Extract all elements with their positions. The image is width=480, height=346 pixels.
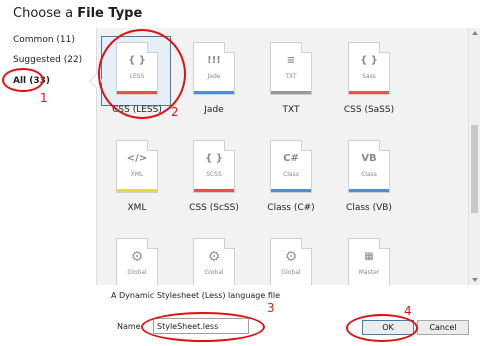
file-type-label: CSS (LESS) [112, 105, 162, 115]
file-type-tile[interactable]: C# Class Class (C#) [255, 134, 325, 213]
scroll-up-icon[interactable] [472, 31, 478, 35]
css-less-file-icon: { } LESS [116, 42, 158, 95]
file-glyph: ⚙ [284, 249, 298, 265]
file-glyph: ≡ [286, 55, 296, 66]
global-file-icon: ⚙ Global [270, 238, 312, 285]
file-type-sublabel: Global [281, 269, 301, 276]
ok-button[interactable]: OK [362, 320, 414, 335]
cancel-button[interactable]: Cancel [417, 320, 469, 335]
annotation-number-2: 2 [171, 105, 179, 119]
file-color-stripe [271, 91, 311, 94]
file-glyph: { } [205, 153, 223, 164]
scroll-thumb[interactable] [471, 125, 478, 213]
jade-file-icon: !!! Jade [193, 42, 235, 95]
file-type-label: Jade [204, 105, 224, 115]
file-glyph: </> [126, 153, 148, 164]
file-type-sublabel: SCSS [206, 171, 222, 178]
file-color-stripe [271, 189, 311, 192]
css-sass-file-icon: { } Sass [348, 42, 390, 95]
file-type-sublabel: XML [130, 171, 144, 178]
css-scss-file-icon: { } SCSS [193, 140, 235, 193]
file-color-stripe [349, 189, 389, 192]
file-color-stripe [194, 91, 234, 94]
file-type-sublabel: Master [358, 269, 380, 276]
file-type-tile[interactable]: ▦ Master [333, 232, 403, 285]
file-type-sublabel: Global [127, 269, 147, 276]
file-type-sublabel: Class [283, 171, 299, 178]
file-color-stripe [117, 189, 157, 192]
grid-scrollbar[interactable] [468, 28, 480, 285]
file-type-label: XML [127, 203, 147, 213]
file-type-grid: { } LESS CSS (LESS)!!! Jade Jade ≡ TXT TXT { } Sa… [97, 28, 468, 285]
file-type-tile[interactable]: ⚙ Global [255, 232, 325, 285]
file-color-stripe [194, 189, 234, 192]
dialog-title: Choose a File Type [13, 6, 143, 21]
file-type-tile[interactable]: ⚙ Global [178, 232, 248, 285]
file-type-sublabel: TXT [285, 73, 297, 80]
file-type-tile[interactable]: ⚙ Global [101, 232, 171, 285]
file-color-stripe [349, 91, 389, 94]
file-type-tile[interactable]: { } LESS CSS (LESS) [101, 36, 171, 115]
file-type-tile[interactable]: !!! Jade Jade [178, 36, 248, 115]
file-glyph: { } [128, 55, 146, 66]
file-glyph: ⚙ [130, 249, 144, 265]
annotation-number-4: 4 [404, 304, 412, 318]
file-type-sublabel: Global [204, 269, 224, 276]
xml-file-icon: </> XML [116, 140, 158, 193]
global-file-icon: ⚙ Global [116, 238, 158, 285]
file-type-label: CSS (ScSS) [189, 203, 239, 213]
file-type-sublabel: LESS [129, 73, 145, 80]
file-type-label: TXT [282, 105, 300, 115]
file-type-tile[interactable]: </> XML XML [101, 134, 171, 213]
annotation-number-1: 1 [40, 91, 48, 105]
category-common[interactable]: Common (11) [13, 35, 75, 45]
file-type-tile[interactable]: VB Class Class (VB) [333, 134, 403, 213]
category-all[interactable]: All (33) [13, 76, 50, 86]
file-glyph: ⚙ [207, 249, 221, 265]
file-type-label: CSS (SaSS) [343, 105, 395, 115]
file-glyph: VB [361, 153, 377, 164]
file-type-sublabel: Sass [362, 73, 376, 80]
scroll-down-icon[interactable] [472, 278, 478, 282]
category-list: Common (11) Suggested (22) All (33) [0, 28, 96, 288]
annotation-number-3: 3 [267, 301, 275, 315]
name-label: Name [117, 322, 141, 331]
file-type-sublabel: Jade [207, 73, 221, 80]
file-type-tile[interactable]: ≡ TXT TXT [255, 36, 325, 115]
master-file-icon: ▦ Master [348, 238, 390, 285]
global-file-icon: ⚙ Global [193, 238, 235, 285]
file-type-tile[interactable]: { } Sass CSS (SaSS) [333, 36, 403, 115]
file-type-description: A Dynamic Stylesheet (Less) language fil… [111, 291, 281, 300]
txt-file-icon: ≡ TXT [270, 42, 312, 95]
vb-class-file-icon: VB Class [348, 140, 390, 193]
file-glyph: { } [360, 55, 378, 66]
file-type-sublabel: Class [361, 171, 377, 178]
csharp-class-file-icon: C# Class [270, 140, 312, 193]
file-glyph: C# [283, 153, 299, 164]
file-type-label: Class (VB) [346, 203, 392, 213]
file-color-stripe [117, 91, 157, 94]
name-input[interactable] [153, 318, 249, 334]
category-suggested[interactable]: Suggested (22) [13, 55, 82, 65]
file-glyph: !!! [207, 55, 221, 66]
file-type-tile[interactable]: { } SCSS CSS (ScSS) [178, 134, 248, 213]
file-type-label: Class (C#) [267, 203, 315, 213]
file-glyph: ▦ [364, 251, 374, 262]
